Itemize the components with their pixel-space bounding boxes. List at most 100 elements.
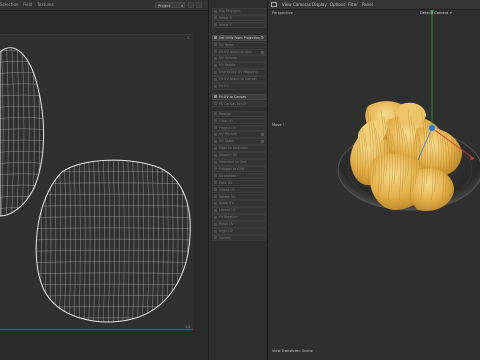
command-item[interactable]: Polygon to Grid — [212, 165, 266, 173]
command-item[interactable]: Fit UV to Canvas — [212, 93, 266, 101]
command-icon — [214, 139, 217, 143]
command-label: Clear UV — [219, 118, 234, 123]
uv-grid-line — [36, 227, 191, 229]
command-label: Fit Canvas to UV — [219, 101, 247, 106]
uv-grid-line — [142, 160, 144, 322]
uv-grid-line — [0, 49, 44, 52]
uv-mesh-wireframe — [0, 39, 193, 330]
command-item[interactable]: UV Stitch — [212, 138, 266, 145]
uv-grid-line — [21, 47, 25, 216]
uv-grid-line — [98, 160, 101, 322]
uv-grid-line — [64, 160, 66, 322]
command-item[interactable]: Smooth UV — [212, 152, 266, 159]
uv-grid-line — [36, 306, 191, 308]
command-item[interactable]: Fit Rotation — [212, 214, 266, 221]
uv-grid-line — [176, 160, 179, 322]
command-item[interactable]: Spread — [212, 234, 266, 242]
camera-menu-icon: ↱ — [449, 11, 453, 15]
command-label: Selection to Grid — [219, 160, 247, 164]
command-item[interactable]: Scale UV — [212, 200, 266, 207]
command-item[interactable]: Fit Canvas to UV — [212, 100, 266, 108]
command-label: Orient UV — [219, 187, 235, 192]
menu-panel[interactable]: Panel — [362, 2, 373, 7]
command-item[interactable]: Mirror X — [212, 14, 266, 22]
command-icon — [214, 208, 217, 212]
command-item[interactable]: Fit UV — [212, 83, 266, 90]
uv-grid-line — [48, 40, 50, 220]
uv-grid-line — [54, 160, 57, 322]
view-transform-label: View Transform: Scene — [272, 349, 313, 353]
command-item[interactable]: Fit UV Island to Canvas — [212, 76, 266, 83]
move-gizmo-center[interactable] — [429, 125, 435, 131]
uv-grid-line — [0, 39, 48, 40]
uv-grid-line — [191, 150, 193, 330]
uv-grid-line — [0, 219, 48, 220]
command-item[interactable]: Fit UV Island to Size — [212, 48, 266, 56]
menu-cameras[interactable]: Cameras — [293, 2, 311, 7]
command-label: Fit UV — [219, 84, 229, 88]
camera-label[interactable]: Default Camera ↱ — [420, 11, 453, 15]
command-label: Align UV — [219, 229, 233, 233]
uv-grid-line — [49, 160, 52, 322]
command-icon — [214, 126, 217, 129]
command-item[interactable]: UV Relax — [212, 41, 266, 49]
command-icon — [214, 167, 217, 171]
menu-options[interactable]: Options — [330, 2, 345, 7]
command-option-toggle[interactable] — [261, 133, 264, 137]
3d-scene[interactable] — [268, 10, 480, 360]
command-label: Polygon to Grid — [219, 166, 245, 171]
command-item[interactable]: UV Rotate — [212, 62, 266, 69]
uv-grid-line — [147, 160, 149, 322]
uv-grid-line — [0, 72, 44, 74]
command-label: Pack UV — [219, 180, 233, 185]
gear-icon[interactable]: ⚙ — [260, 36, 264, 41]
command-item[interactable]: Rotate UV — [212, 193, 266, 201]
command-label: Layout UV — [219, 208, 236, 213]
command-item[interactable]: UV Unwrap — [212, 55, 266, 62]
command-label: Realign — [219, 111, 232, 116]
command-label: Interactive UV Mapping — [219, 70, 258, 75]
command-item[interactable]: Flip Polygons — [212, 8, 266, 15]
command-icon — [214, 112, 217, 116]
command-item[interactable]: UV Terrace — [212, 131, 266, 138]
command-label: Flip Polygons — [219, 9, 241, 13]
command-item[interactable]: Realign — [212, 110, 266, 118]
viewport-layout-icon[interactable] — [271, 2, 277, 7]
command-icon — [214, 95, 217, 99]
command-item[interactable]: Orient UV — [212, 186, 266, 194]
command-item[interactable]: Project UV — [212, 124, 266, 132]
uv-grid-line — [0, 184, 44, 187]
command-label: UV Relax — [219, 42, 234, 47]
active-tool-name: Move — [272, 123, 282, 127]
command-item[interactable]: Layout UV — [212, 207, 266, 214]
command-icon — [214, 188, 217, 192]
command-item[interactable]: Selection to Grid — [212, 159, 266, 166]
command-item[interactable]: Mirror Y — [212, 21, 266, 29]
uv-grid-line — [39, 160, 42, 322]
command-item[interactable]: Clear UV — [212, 117, 266, 125]
uv-island-b-outline — [35, 159, 191, 323]
uv-grid-line — [36, 171, 191, 173]
command-item[interactable]: Edge to Selection — [212, 145, 266, 152]
menu-display[interactable]: Display — [312, 2, 327, 7]
uv-grid-line — [37, 47, 40, 216]
command-option-toggle[interactable] — [261, 50, 264, 54]
command-item[interactable]: Set UVW From Projection ⚙ — [212, 34, 266, 42]
command-item[interactable]: Pack UV — [212, 179, 266, 187]
command-item[interactable]: Align UV — [212, 228, 266, 235]
uv-grid-line — [44, 160, 47, 322]
command-item[interactable]: Straighten — [212, 172, 266, 180]
command-item[interactable]: Relax UV — [212, 221, 266, 228]
uv-grid-line — [103, 160, 105, 322]
uv-grid-line — [27, 47, 30, 216]
command-option-toggle[interactable] — [261, 140, 264, 144]
uv-grid-line — [117, 160, 120, 322]
command-item[interactable]: Interactive UV Mapping — [212, 69, 266, 76]
uv-grid-line — [11, 47, 14, 216]
menu-filter[interactable]: Filter — [348, 2, 358, 7]
command-label: Relax UV — [219, 222, 234, 227]
menu-view[interactable]: View — [282, 2, 292, 7]
uv-grid-line — [36, 216, 191, 218]
uv-island-a-grid — [0, 39, 50, 220]
command-icon — [214, 63, 217, 67]
